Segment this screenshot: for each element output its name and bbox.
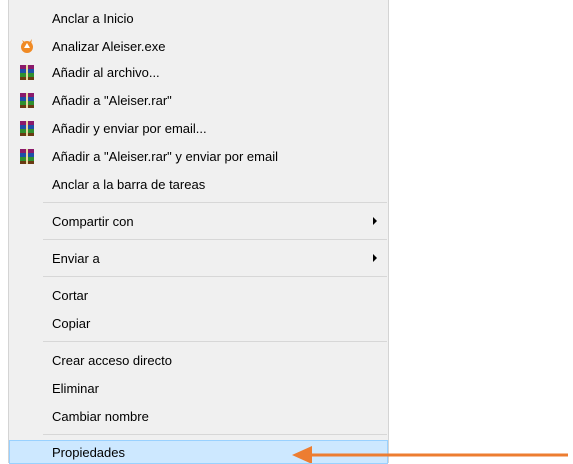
annotation-arrow-icon (292, 446, 568, 463)
